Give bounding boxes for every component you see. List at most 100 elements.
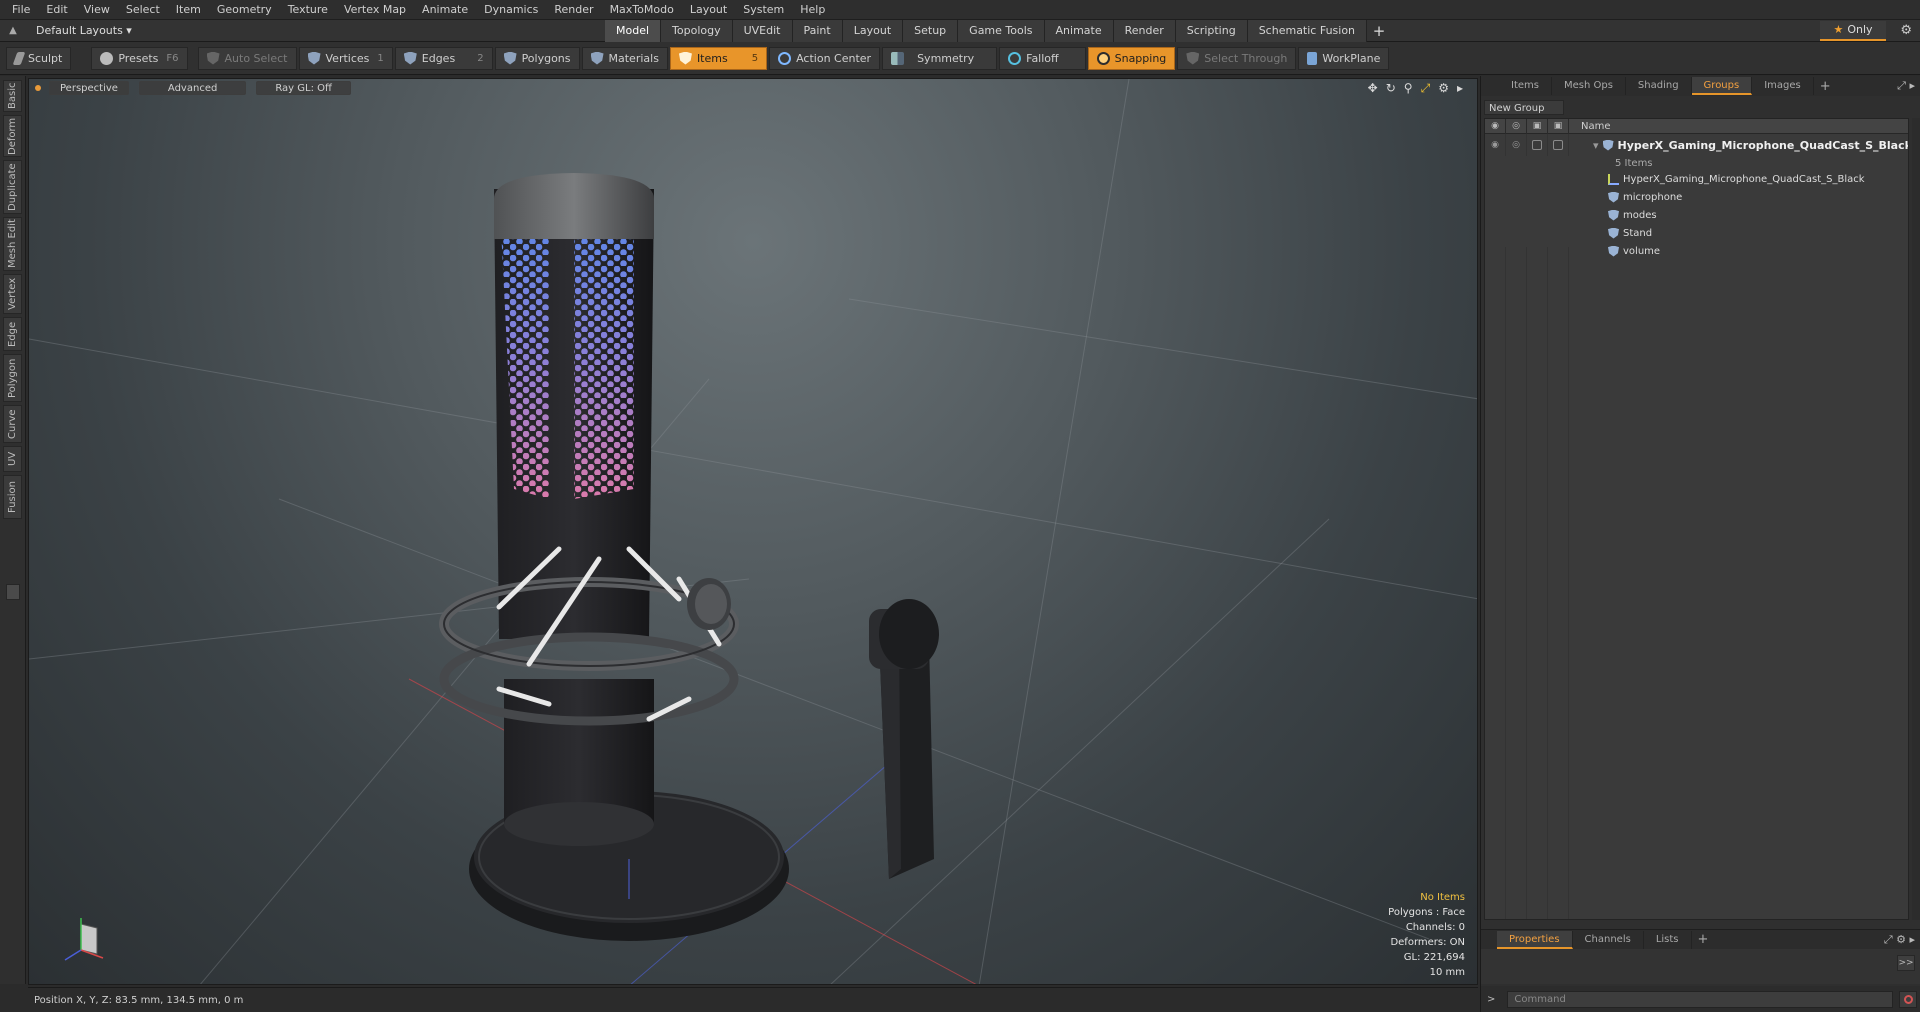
vtab-uv[interactable]: UV	[3, 446, 22, 472]
edges-button[interactable]: Edges 2	[394, 46, 493, 70]
presets-button[interactable]: Presets F6	[91, 46, 188, 70]
pan-icon[interactable]: ✥	[1368, 81, 1378, 96]
render-col-icon[interactable]: ◎	[1506, 119, 1527, 134]
vtab-mesh-edit[interactable]: Mesh Edit	[3, 217, 22, 271]
tab-game-tools[interactable]: Game Tools	[958, 20, 1045, 42]
vtab-fusion[interactable]: Fusion	[3, 475, 22, 519]
expand-tabs-icon[interactable]	[6, 584, 20, 600]
menu-file[interactable]: File	[4, 0, 38, 20]
properties-options-icon[interactable]: ⤢ ⚙ ▸	[1884, 933, 1915, 947]
menu-item[interactable]: Item	[168, 0, 209, 20]
vtab-curve[interactable]: Curve	[3, 405, 22, 443]
items-button[interactable]: Items 5	[669, 46, 768, 70]
tab-render[interactable]: Render	[1113, 20, 1176, 42]
tab-shading[interactable]: Shading	[1626, 77, 1692, 95]
lock-checkbox[interactable]	[1532, 140, 1542, 150]
render-icon[interactable]: ◎	[1512, 140, 1520, 150]
tab-properties[interactable]: Properties	[1497, 930, 1573, 949]
name-column-header[interactable]: Name	[1569, 121, 1611, 132]
tree-scrollbar[interactable]	[1912, 118, 1920, 920]
only-toggle[interactable]: ★ Only	[1820, 21, 1886, 41]
falloff-button[interactable]: Falloff	[999, 46, 1086, 70]
menu-animate[interactable]: Animate	[414, 0, 476, 20]
eye-icon[interactable]: ◉	[1491, 140, 1499, 150]
tab-groups[interactable]: Groups	[1691, 77, 1753, 95]
tab-scripting[interactable]: Scripting	[1175, 20, 1248, 42]
menu-layout[interactable]: Layout	[682, 0, 735, 20]
select-col-icon[interactable]: ▣	[1548, 119, 1569, 134]
visibility-col-icon[interactable]: ◉	[1485, 119, 1506, 134]
workplane-button[interactable]: WorkPlane	[1298, 46, 1390, 70]
polygons-button[interactable]: Polygons	[494, 46, 580, 70]
vtab-polygon[interactable]: Polygon	[3, 354, 22, 402]
tab-layout[interactable]: Layout	[842, 20, 904, 42]
layout-selector[interactable]: Default Layouts ▾	[26, 24, 136, 37]
tab-setup[interactable]: Setup	[903, 20, 959, 42]
snapping-button[interactable]: Snapping	[1087, 46, 1176, 70]
vertices-button[interactable]: Vertices 1	[298, 46, 393, 70]
tree-row[interactable]: modes	[1485, 206, 1908, 224]
menu-help[interactable]: Help	[792, 0, 833, 20]
view-type-button[interactable]: Perspective	[49, 81, 129, 95]
select-checkbox[interactable]	[1553, 140, 1563, 150]
tree-row[interactable]: microphone	[1485, 188, 1908, 206]
menu-maxtomodo[interactable]: MaxToModo	[602, 0, 682, 20]
vtab-basic[interactable]: Basic	[3, 80, 22, 112]
tab-schematic-fusion[interactable]: Schematic Fusion	[1247, 20, 1368, 42]
lock-col-icon[interactable]: ▣	[1527, 119, 1548, 134]
shading-mode-button[interactable]: Advanced	[138, 81, 247, 95]
materials-button[interactable]: Materials	[581, 46, 668, 70]
tab-animate[interactable]: Animate	[1044, 20, 1114, 42]
collapse-arrow-icon[interactable]: ▾	[1593, 139, 1599, 152]
add-panel-tab-icon[interactable]: +	[1814, 79, 1831, 94]
new-group-button[interactable]: New Group	[1484, 100, 1564, 115]
vtab-edge[interactable]: Edge	[3, 317, 22, 351]
tab-lists[interactable]: Lists	[1644, 930, 1692, 949]
symmetry-button[interactable]: Symmetry	[882, 46, 998, 70]
action-center-button[interactable]: Action Center	[769, 46, 881, 70]
select-through-button[interactable]: Select Through	[1177, 46, 1297, 70]
viewport-more-icon[interactable]: ▸	[1457, 81, 1463, 96]
menu-system[interactable]: System	[735, 0, 792, 20]
zoom-icon[interactable]: ⚲	[1404, 81, 1413, 96]
vtab-duplicate[interactable]: Duplicate	[3, 160, 22, 214]
menu-edit[interactable]: Edit	[38, 0, 75, 20]
command-record-button[interactable]	[1899, 990, 1918, 1008]
tree-row[interactable]: HyperX_Gaming_Microphone_QuadCast_S_Blac…	[1485, 170, 1908, 188]
tab-model[interactable]: Model	[605, 20, 662, 42]
raygl-button[interactable]: Ray GL: Off	[256, 81, 351, 95]
viewport-settings-icon[interactable]: ⚙	[1438, 81, 1449, 96]
tab-mesh-ops[interactable]: Mesh Ops	[1552, 77, 1626, 95]
tab-uvedit[interactable]: UVEdit	[732, 20, 793, 42]
add-properties-tab-icon[interactable]: +	[1692, 932, 1709, 947]
menu-select[interactable]: Select	[118, 0, 168, 20]
vtab-deform[interactable]: Deform	[3, 115, 22, 157]
tab-images[interactable]: Images	[1752, 77, 1814, 95]
rotate-icon[interactable]: ↻	[1386, 81, 1396, 96]
command-input[interactable]: Command	[1507, 990, 1894, 1008]
menu-dynamics[interactable]: Dynamics	[476, 0, 546, 20]
3d-viewport[interactable]: Perspective Advanced Ray GL: Off ✥ ↻ ⚲ ⤢…	[28, 78, 1478, 985]
add-tab-icon[interactable]: +	[1367, 20, 1391, 42]
menu-vertex-map[interactable]: Vertex Map	[336, 0, 414, 20]
expand-arrows-icon[interactable]: >>	[1897, 955, 1915, 971]
menu-render[interactable]: Render	[546, 0, 601, 20]
collapse-icon[interactable]: ▲	[0, 25, 26, 36]
tab-items[interactable]: Items	[1499, 77, 1552, 95]
tree-row-root[interactable]: ◉ ◎ ▾ HyperX_Gaming_Microphone_QuadCast_…	[1485, 134, 1908, 156]
tab-topology[interactable]: Topology	[661, 20, 733, 42]
tab-paint[interactable]: Paint	[792, 20, 843, 42]
tab-channels[interactable]: Channels	[1573, 930, 1644, 949]
menu-texture[interactable]: Texture	[280, 0, 336, 20]
fit-icon[interactable]: ⤢	[1421, 81, 1431, 96]
menu-view[interactable]: View	[76, 0, 118, 20]
vtab-vertex[interactable]: Vertex	[3, 274, 22, 314]
tree-row[interactable]: Stand	[1485, 224, 1908, 242]
auto-select-button[interactable]: Auto Select	[197, 46, 297, 70]
gear-icon[interactable]: ⚙	[1900, 23, 1912, 38]
viewport-menu-icon[interactable]	[35, 85, 41, 91]
expand-panel-icon[interactable]: ⤢ ▸	[1897, 79, 1915, 93]
sculpt-button[interactable]: Sculpt	[6, 46, 72, 70]
menu-geometry[interactable]: Geometry	[209, 0, 280, 20]
command-arrow-icon[interactable]: >	[1487, 994, 1495, 1005]
